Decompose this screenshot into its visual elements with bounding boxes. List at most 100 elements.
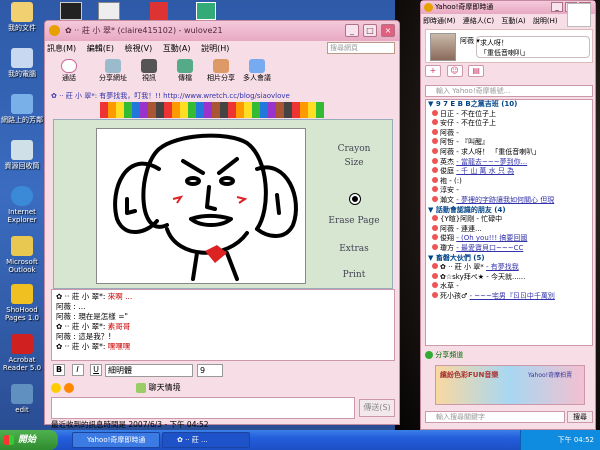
- photo-share-button[interactable]: 相片分享: [203, 57, 239, 83]
- share-url-icon: [105, 59, 121, 73]
- contact-row[interactable]: 瀚文 - 夢裡的字跡讓我如何關心 但現: [426, 195, 592, 206]
- contact-row[interactable]: 日正 - 不在位子上: [426, 109, 592, 120]
- contact-group[interactable]: ▼ 畜磐大伙們 (5): [426, 254, 592, 264]
- emoticon-icon[interactable]: ☺: [446, 65, 463, 77]
- contact-search-input[interactable]: 輸入 Yahoo!奇摩帳號...: [425, 85, 593, 97]
- desktop-shortcut-icon[interactable]: [60, 2, 82, 20]
- contact-row[interactable]: 阿薇 -: [426, 128, 592, 139]
- contact-row[interactable]: 阿薇 - 求人呀！ 「重低音喇叭」: [426, 147, 592, 158]
- menu-messenger[interactable]: 即時通(M): [423, 15, 456, 27]
- send-file-button[interactable]: 傳檔: [167, 57, 203, 83]
- desktop-shortcut-icon[interactable]: [196, 2, 216, 20]
- desktop-icon-acrobat[interactable]: Acrobat Reader 5.0: [0, 334, 44, 372]
- contact-row[interactable]: 淳安 -: [426, 186, 592, 196]
- contact-row[interactable]: 阿薇 - 連連...: [426, 224, 592, 235]
- contact-list[interactable]: ▼ 9 7 E B B之黨吉班 (10) 日正 - 不在位子上 安仔 - 不在位…: [425, 99, 593, 346]
- print-button[interactable]: Print: [322, 270, 386, 280]
- address-book-icon[interactable]: ▤: [468, 65, 485, 77]
- contact-row[interactable]: 英杰 - 當龍去~~~夢到你...: [426, 157, 592, 168]
- conference-button[interactable]: 多人會議: [239, 57, 275, 83]
- contact-row[interactable]: ✿ ·· 莊 小 翠* - 有夢找我: [426, 263, 592, 273]
- webcam-button[interactable]: 視訊: [131, 57, 167, 83]
- status-bubble[interactable]: 求人呀！ 「重低音喇叭」: [476, 36, 590, 58]
- advertisement-banner[interactable]: 繽紛色彩FUN音樂 Yahoo!奇摩拍賣: [435, 365, 585, 405]
- share-channel-header[interactable]: 分享頻道: [425, 348, 593, 362]
- menu-contacts[interactable]: 連絡人(C): [463, 15, 494, 27]
- desktop-shortcut-icon[interactable]: [150, 2, 168, 20]
- menu-help[interactable]: 說明(H): [201, 42, 229, 56]
- contact-row[interactable]: 水草 -: [426, 282, 592, 292]
- call-button[interactable]: 通話: [47, 57, 91, 83]
- desktop-icon-network[interactable]: 網路上的芳鄰: [0, 94, 44, 124]
- chat-scene-icon[interactable]: [136, 382, 147, 393]
- menu-interact[interactable]: 互動(A): [501, 15, 525, 27]
- chat-scene-label[interactable]: 聊天情境: [149, 383, 181, 392]
- chat-link-line[interactable]: ✿ ·· 莊 小 翠*: 有夢找我，叮我！!! http://www.wretc…: [51, 91, 391, 101]
- desktop-icon-recycle-bin[interactable]: 資源回收筒: [0, 140, 44, 170]
- photo-icon: [213, 59, 229, 73]
- share-url-button[interactable]: 分享網址: [95, 57, 131, 83]
- contact-row[interactable]: 阿哲 - 『叫醒』: [426, 138, 592, 148]
- erase-page-button[interactable]: Erase Page: [322, 216, 386, 227]
- size-label[interactable]: Size: [322, 158, 386, 168]
- desktop-shortcut-icon[interactable]: [98, 2, 120, 20]
- desktop-icon-outlook[interactable]: Microsoft Outlook: [0, 236, 44, 274]
- contact-row[interactable]: 死小孩♂ - ~~~宅男『ㄖㄖ中千萬別: [426, 291, 592, 302]
- maximize-button[interactable]: □: [363, 24, 377, 37]
- menu-interact[interactable]: 互動(A): [163, 42, 191, 56]
- menu-message[interactable]: 訊息(M): [47, 42, 76, 56]
- close-button[interactable]: ×: [381, 24, 395, 37]
- start-button[interactable]: 開始: [0, 430, 58, 450]
- minimize-button[interactable]: _: [551, 2, 563, 12]
- web-search-input[interactable]: 搜尋網頁: [327, 42, 395, 54]
- emoticon-icon[interactable]: [63, 382, 74, 393]
- contact-group[interactable]: ▼ 話動會認識的朋友 (4): [426, 206, 592, 216]
- contact-row[interactable]: 俊庭 - 千 山 萬 水 只 為: [426, 167, 592, 177]
- doodle-canvas[interactable]: [96, 128, 306, 284]
- smiley-icon[interactable]: [51, 382, 61, 393]
- status-icon: [432, 138, 438, 145]
- brush-size-selector[interactable]: [350, 194, 360, 204]
- minimize-button[interactable]: _: [345, 24, 359, 37]
- bottom-search-input[interactable]: 輸入搜尋關鍵字: [425, 411, 565, 423]
- desktop-icon-shohood[interactable]: ShoHood Pages 1.0: [0, 284, 44, 322]
- taskbar-item-chat[interactable]: ✿ ·· 莊 ...: [162, 432, 250, 448]
- status-icon: [432, 176, 438, 183]
- send-button[interactable]: 傳送(S): [359, 399, 395, 417]
- desktop-icon-edit[interactable]: edit: [0, 384, 44, 414]
- contact-row[interactable]: ✿☆sky拜ぺ★ - 今天就......: [426, 272, 592, 283]
- message-row: 阿薇 : 這是我？!: [56, 332, 112, 341]
- clock[interactable]: 下午 04:52: [558, 436, 594, 444]
- bottom-search-button[interactable]: 搜尋: [567, 411, 593, 423]
- contact-row[interactable]: 安仔 - 不在位子上: [426, 119, 592, 129]
- crayon-label[interactable]: Crayon: [322, 144, 386, 154]
- contact-row[interactable]: 俊翔 - (Oh you!!! 搞要回國: [426, 234, 592, 244]
- chat-window-title: ✿ ·· 莊 小 翠* (claire415102) - wulove21: [65, 26, 223, 35]
- font-name-select[interactable]: 細明體: [105, 364, 193, 377]
- add-contact-icon[interactable]: +: [425, 65, 441, 77]
- extras-button[interactable]: Extras: [322, 244, 386, 254]
- status-icon: [432, 234, 438, 241]
- taskbar-item-messenger[interactable]: Yahoo!奇摩即時通: [72, 432, 160, 448]
- italic-button[interactable]: I: [71, 364, 84, 376]
- status-icon: [432, 195, 438, 202]
- message-history[interactable]: ✿ ·· 莊 小 翠*: 來啊 ... 阿薇 : ... 阿薇 : 現在是怎樣 …: [51, 289, 395, 361]
- message-input[interactable]: [51, 397, 355, 419]
- menu-help[interactable]: 說明(H): [533, 15, 558, 27]
- underline-button[interactable]: U: [90, 364, 103, 376]
- desktop-icon-my-documents[interactable]: 我的文件: [0, 2, 44, 32]
- bold-button[interactable]: B: [53, 364, 65, 376]
- message-row: ✿ ·· 莊 小 翠*: 嘿嘿嘿: [56, 342, 131, 351]
- menu-view[interactable]: 檢視(V): [125, 42, 153, 56]
- crayon-palette[interactable]: [100, 102, 324, 118]
- contact-row[interactable]: 袍 - (:): [426, 176, 592, 187]
- avatar[interactable]: [430, 33, 456, 61]
- contact-row[interactable]: {Y暄}阿剛 - 忙碌中: [426, 215, 592, 225]
- desktop-icon-ie[interactable]: Internet Explorer: [0, 186, 44, 224]
- contact-row[interactable]: 瓊方 - 最愛寶貝口~~~CC: [426, 243, 592, 254]
- status-icon: [432, 224, 438, 231]
- menu-edit[interactable]: 編輯(E): [87, 42, 114, 56]
- contact-group[interactable]: ▼ 9 7 E B B之黨吉班 (10): [426, 100, 592, 110]
- desktop-icon-my-computer[interactable]: 我的電腦: [0, 48, 44, 78]
- font-size-select[interactable]: 9: [197, 364, 223, 377]
